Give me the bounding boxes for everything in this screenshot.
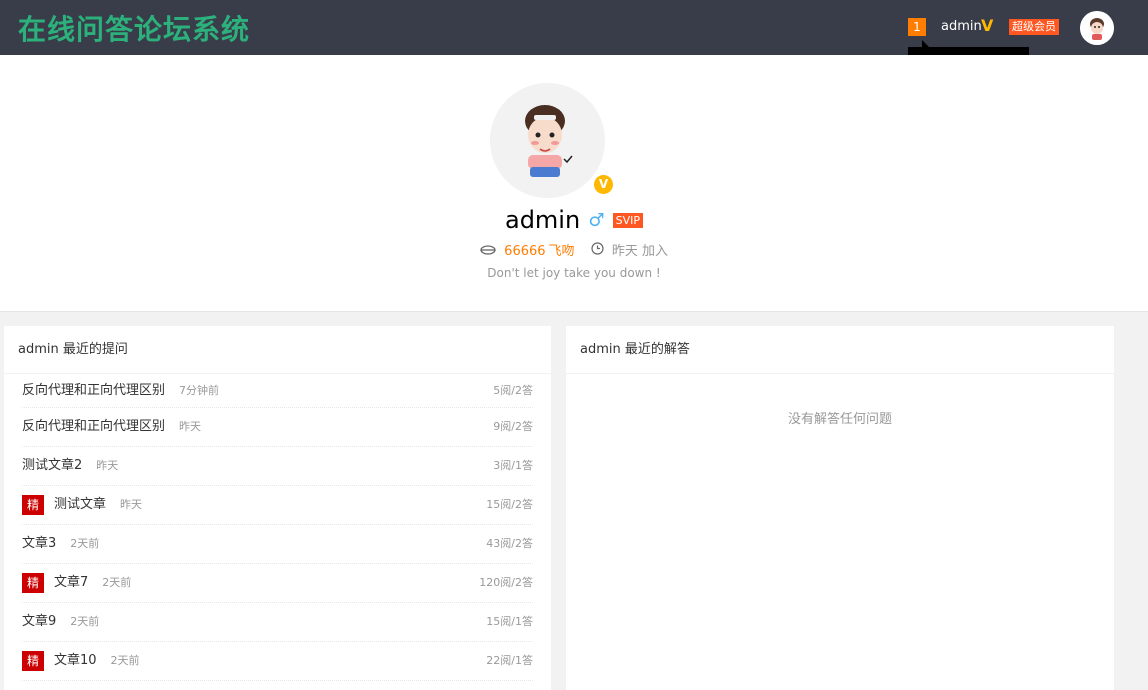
profile-header: V admin ♂ SVIP 66666 飞吻 昨天 加入 Don't let j… xyxy=(0,55,1148,312)
question-list: 反向代理和正向代理区别 7分钟前 5阅/2答 反向代理和正向代理区别 昨天 9阅/2答 测试… xyxy=(4,374,551,681)
question-main: 精文章10 2天前 xyxy=(22,642,140,680)
top-nav-bar: 在线问答论坛系统 1 admin V 超级会员 你有 1 条未读消息 xyxy=(0,0,1148,82)
question-title[interactable]: 文章9 xyxy=(22,607,56,637)
join-date: 昨天 加入 xyxy=(611,244,668,259)
recent-questions-title: admin 最近的提问 xyxy=(4,326,551,374)
elite-badge: 精 xyxy=(22,495,44,515)
question-time: 昨天 xyxy=(96,459,119,472)
question-main: 精测试文章 昨天 xyxy=(22,486,142,524)
question-time: 昨天 xyxy=(120,498,143,511)
recent-answers-panel: admin 最近的解答 没有解答任何问题 xyxy=(566,326,1114,690)
elite-badge: 精 xyxy=(22,573,44,593)
question-title[interactable]: 文章7 xyxy=(54,568,88,598)
avatar-illustration-icon xyxy=(1080,11,1114,45)
question-time: 2天前 xyxy=(110,654,140,667)
question-main: 反向代理和正向代理区别 昨天 xyxy=(22,408,201,446)
question-title[interactable]: 反向代理和正向代理区别 xyxy=(22,377,165,405)
svip-badge: SVIP xyxy=(612,212,643,228)
question-title[interactable]: 测试文章2 xyxy=(22,451,82,481)
avatar-illustration-icon xyxy=(490,83,605,198)
profile-avatar xyxy=(490,83,605,198)
question-stats: 3阅/1答 xyxy=(493,459,533,472)
clock-icon xyxy=(591,242,608,259)
question-time: 2天前 xyxy=(70,615,100,628)
question-stats: 15阅/2答 xyxy=(486,498,533,511)
question-main: 反向代理和正向代理区别 7分钟前 xyxy=(22,374,219,407)
nav-username[interactable]: admin xyxy=(941,18,982,36)
question-row[interactable]: 精文章10 2天前 22阅/1答 xyxy=(22,642,533,681)
kiss-label: 飞吻 xyxy=(548,244,575,259)
question-main: 精文章7 2天前 xyxy=(22,564,131,602)
question-stats: 22阅/1答 xyxy=(486,654,533,667)
question-main: 文章9 2天前 xyxy=(22,603,99,641)
question-time: 2天前 xyxy=(102,576,132,589)
question-time: 7分钟前 xyxy=(179,383,220,397)
elite-badge: 精 xyxy=(22,651,44,671)
question-row[interactable]: 反向代理和正向代理区别 昨天 9阅/2答 xyxy=(22,408,533,447)
question-stats: 120阅/2答 xyxy=(479,576,533,589)
question-row[interactable]: 精文章7 2天前 120阅/2答 xyxy=(22,564,533,603)
male-gender-icon: ♂ xyxy=(588,209,605,231)
question-stats: 5阅/2答 xyxy=(493,383,533,397)
site-logo[interactable]: 在线问答论坛系统 xyxy=(18,8,250,48)
question-row[interactable]: 反向代理和正向代理区别 7分钟前 5阅/2答 xyxy=(22,374,533,408)
question-row[interactable]: 测试文章2 昨天 3阅/1答 xyxy=(22,447,533,486)
no-answers-message: 没有解答任何问题 xyxy=(787,412,892,427)
kiss-count: 66666 xyxy=(504,244,546,259)
recent-answers-title: admin 最近的解答 xyxy=(566,326,1114,374)
vip-badge: 超级会员 xyxy=(1009,19,1059,35)
question-stats: 9阅/2答 xyxy=(493,420,533,433)
question-stats: 15阅/1答 xyxy=(486,615,533,628)
question-row[interactable]: 精测试文章 昨天 15阅/2答 xyxy=(22,486,533,525)
question-title[interactable]: 文章10 xyxy=(54,646,97,676)
question-main: 文章3 2天前 xyxy=(22,525,99,563)
question-time: 昨天 xyxy=(179,420,202,433)
question-row[interactable]: 文章3 2天前 43阅/2答 xyxy=(22,525,533,564)
question-title[interactable]: 文章3 xyxy=(22,529,56,559)
nav-avatar[interactable] xyxy=(1080,11,1114,45)
question-row[interactable]: 文章9 2天前 15阅/1答 xyxy=(22,603,533,642)
question-main: 测试文章2 昨天 xyxy=(22,447,118,485)
question-time: 2天前 xyxy=(70,537,100,550)
recent-questions-panel: admin 最近的提问 反向代理和正向代理区别 7分钟前 5阅/2答 反向代理和正向代… xyxy=(4,326,551,690)
profile-stats: 66666 飞吻 昨天 加入 xyxy=(0,240,1148,259)
question-stats: 43阅/2答 xyxy=(486,537,533,550)
kiss-icon xyxy=(480,244,500,259)
verified-icon: V xyxy=(981,16,994,35)
profile-username: admin xyxy=(504,206,581,234)
question-title[interactable]: 反向代理和正向代理区别 xyxy=(22,412,165,442)
profile-name-line: admin ♂ SVIP xyxy=(0,206,1148,234)
profile-signature: Don't let joy take you down ! xyxy=(487,266,661,280)
unread-message-count[interactable]: 1 xyxy=(908,18,926,36)
question-title[interactable]: 测试文章 xyxy=(54,490,106,520)
verified-badge-icon: V xyxy=(594,175,613,194)
